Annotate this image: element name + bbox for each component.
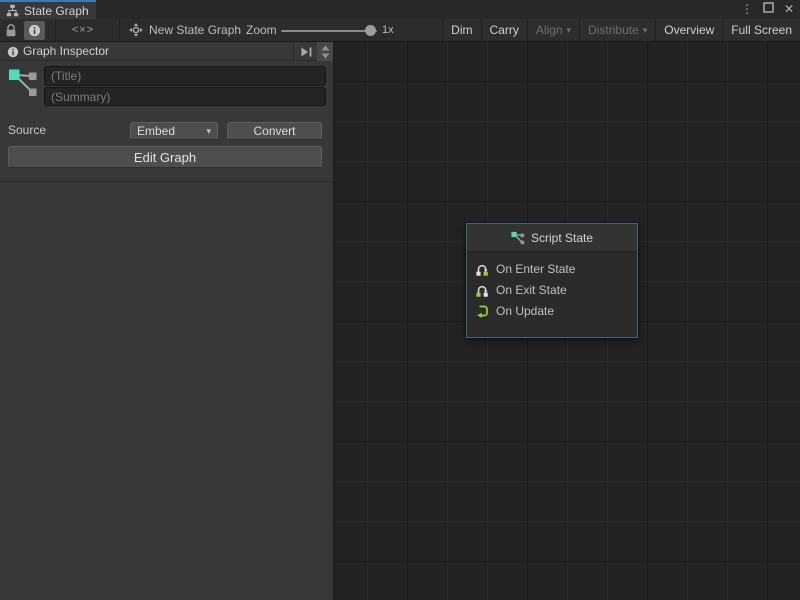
convert-button[interactable]: Convert xyxy=(227,122,322,140)
align-label: Align xyxy=(536,19,563,41)
graph-inspector-title: Graph Inspector xyxy=(23,42,109,61)
hierarchy-icon xyxy=(6,4,19,17)
node-event-label: On Update xyxy=(496,304,554,318)
move-icon xyxy=(129,23,143,37)
inspector-toggle-button[interactable] xyxy=(24,21,45,40)
dim-button[interactable]: Dim xyxy=(442,19,480,41)
new-graph-label: New State Graph xyxy=(149,23,241,37)
full-screen-button[interactable]: Full Screen xyxy=(722,19,800,41)
exit-state-icon xyxy=(475,283,489,297)
source-value: Embed xyxy=(137,124,175,138)
state-graph-asset-icon xyxy=(8,66,38,105)
scrubber-control[interactable] xyxy=(317,42,333,61)
enter-state-icon xyxy=(475,262,489,276)
graph-canvas[interactable]: Script State On Enter State xyxy=(335,42,800,600)
toolbar: <×> New State Graph Zoom 1x Dim Carry Al… xyxy=(0,19,800,42)
tab-state-graph[interactable]: State Graph xyxy=(0,0,96,19)
node-event-row[interactable]: On Exit State xyxy=(475,279,637,300)
node-header[interactable]: Script State xyxy=(467,224,637,252)
zoom-value: 1x xyxy=(382,19,394,41)
title-input[interactable] xyxy=(44,66,326,86)
script-state-icon xyxy=(511,231,525,245)
script-state-node[interactable]: Script State On Enter State xyxy=(466,223,638,338)
toolbar-right-group: Dim Carry Align ▾ Distribute ▾ Overview … xyxy=(442,19,800,41)
panel-separator xyxy=(0,181,333,182)
carry-button[interactable]: Carry xyxy=(481,19,527,41)
toolbar-divider xyxy=(119,19,120,41)
titlebar: State Graph ⋮ ✕ xyxy=(0,0,800,19)
update-icon xyxy=(475,304,489,318)
chevron-down-icon: ▾ xyxy=(206,126,211,137)
edit-graph-button[interactable]: Edit Graph xyxy=(8,146,322,168)
overview-button[interactable]: Overview xyxy=(655,19,722,41)
graph-inspector-panel: Graph Inspector S xyxy=(0,42,335,600)
distribute-label: Distribute xyxy=(588,19,639,41)
chevron-down-icon: ▾ xyxy=(567,19,572,41)
node-event-row[interactable]: On Update xyxy=(475,300,637,321)
toolbar-divider xyxy=(55,19,56,41)
close-icon[interactable]: ✕ xyxy=(782,0,796,19)
chevron-down-icon: ▾ xyxy=(643,19,648,41)
source-dropdown[interactable]: Embed ▾ xyxy=(130,122,218,140)
info-icon xyxy=(7,45,19,63)
distribute-button[interactable]: Distribute ▾ xyxy=(579,19,655,41)
node-event-row[interactable]: On Enter State xyxy=(475,258,637,279)
source-label: Source xyxy=(8,122,46,139)
node-title: Script State xyxy=(531,231,593,245)
node-event-label: On Enter State xyxy=(496,262,575,276)
state-graph-window: State Graph ⋮ ✕ <×> xyxy=(0,0,800,600)
zoom-slider[interactable] xyxy=(281,30,377,32)
node-body: On Enter State On Exit State xyxy=(467,252,637,321)
node-event-label: On Exit State xyxy=(496,283,567,297)
graph-inspector-header: Graph Inspector xyxy=(0,42,333,61)
window-controls: ⋮ ✕ xyxy=(740,0,796,19)
triangle-down-icon xyxy=(321,53,330,59)
summary-input[interactable] xyxy=(44,87,326,106)
lock-icon[interactable] xyxy=(4,23,20,38)
kebab-menu-icon[interactable]: ⋮ xyxy=(740,0,754,19)
triangle-up-icon xyxy=(321,45,330,51)
graph-breadcrumb-root[interactable]: New State Graph xyxy=(129,19,241,41)
zoom-label: Zoom xyxy=(246,19,277,41)
code-view-icon[interactable]: <×> xyxy=(66,19,100,41)
header-divider xyxy=(293,43,294,60)
zoom-slider-handle[interactable] xyxy=(365,25,376,36)
maximize-icon[interactable] xyxy=(761,0,775,19)
tab-label: State Graph xyxy=(24,4,89,18)
dock-sidebar-icon[interactable] xyxy=(300,45,313,63)
info-icon xyxy=(28,24,41,37)
align-button[interactable]: Align ▾ xyxy=(527,19,579,41)
